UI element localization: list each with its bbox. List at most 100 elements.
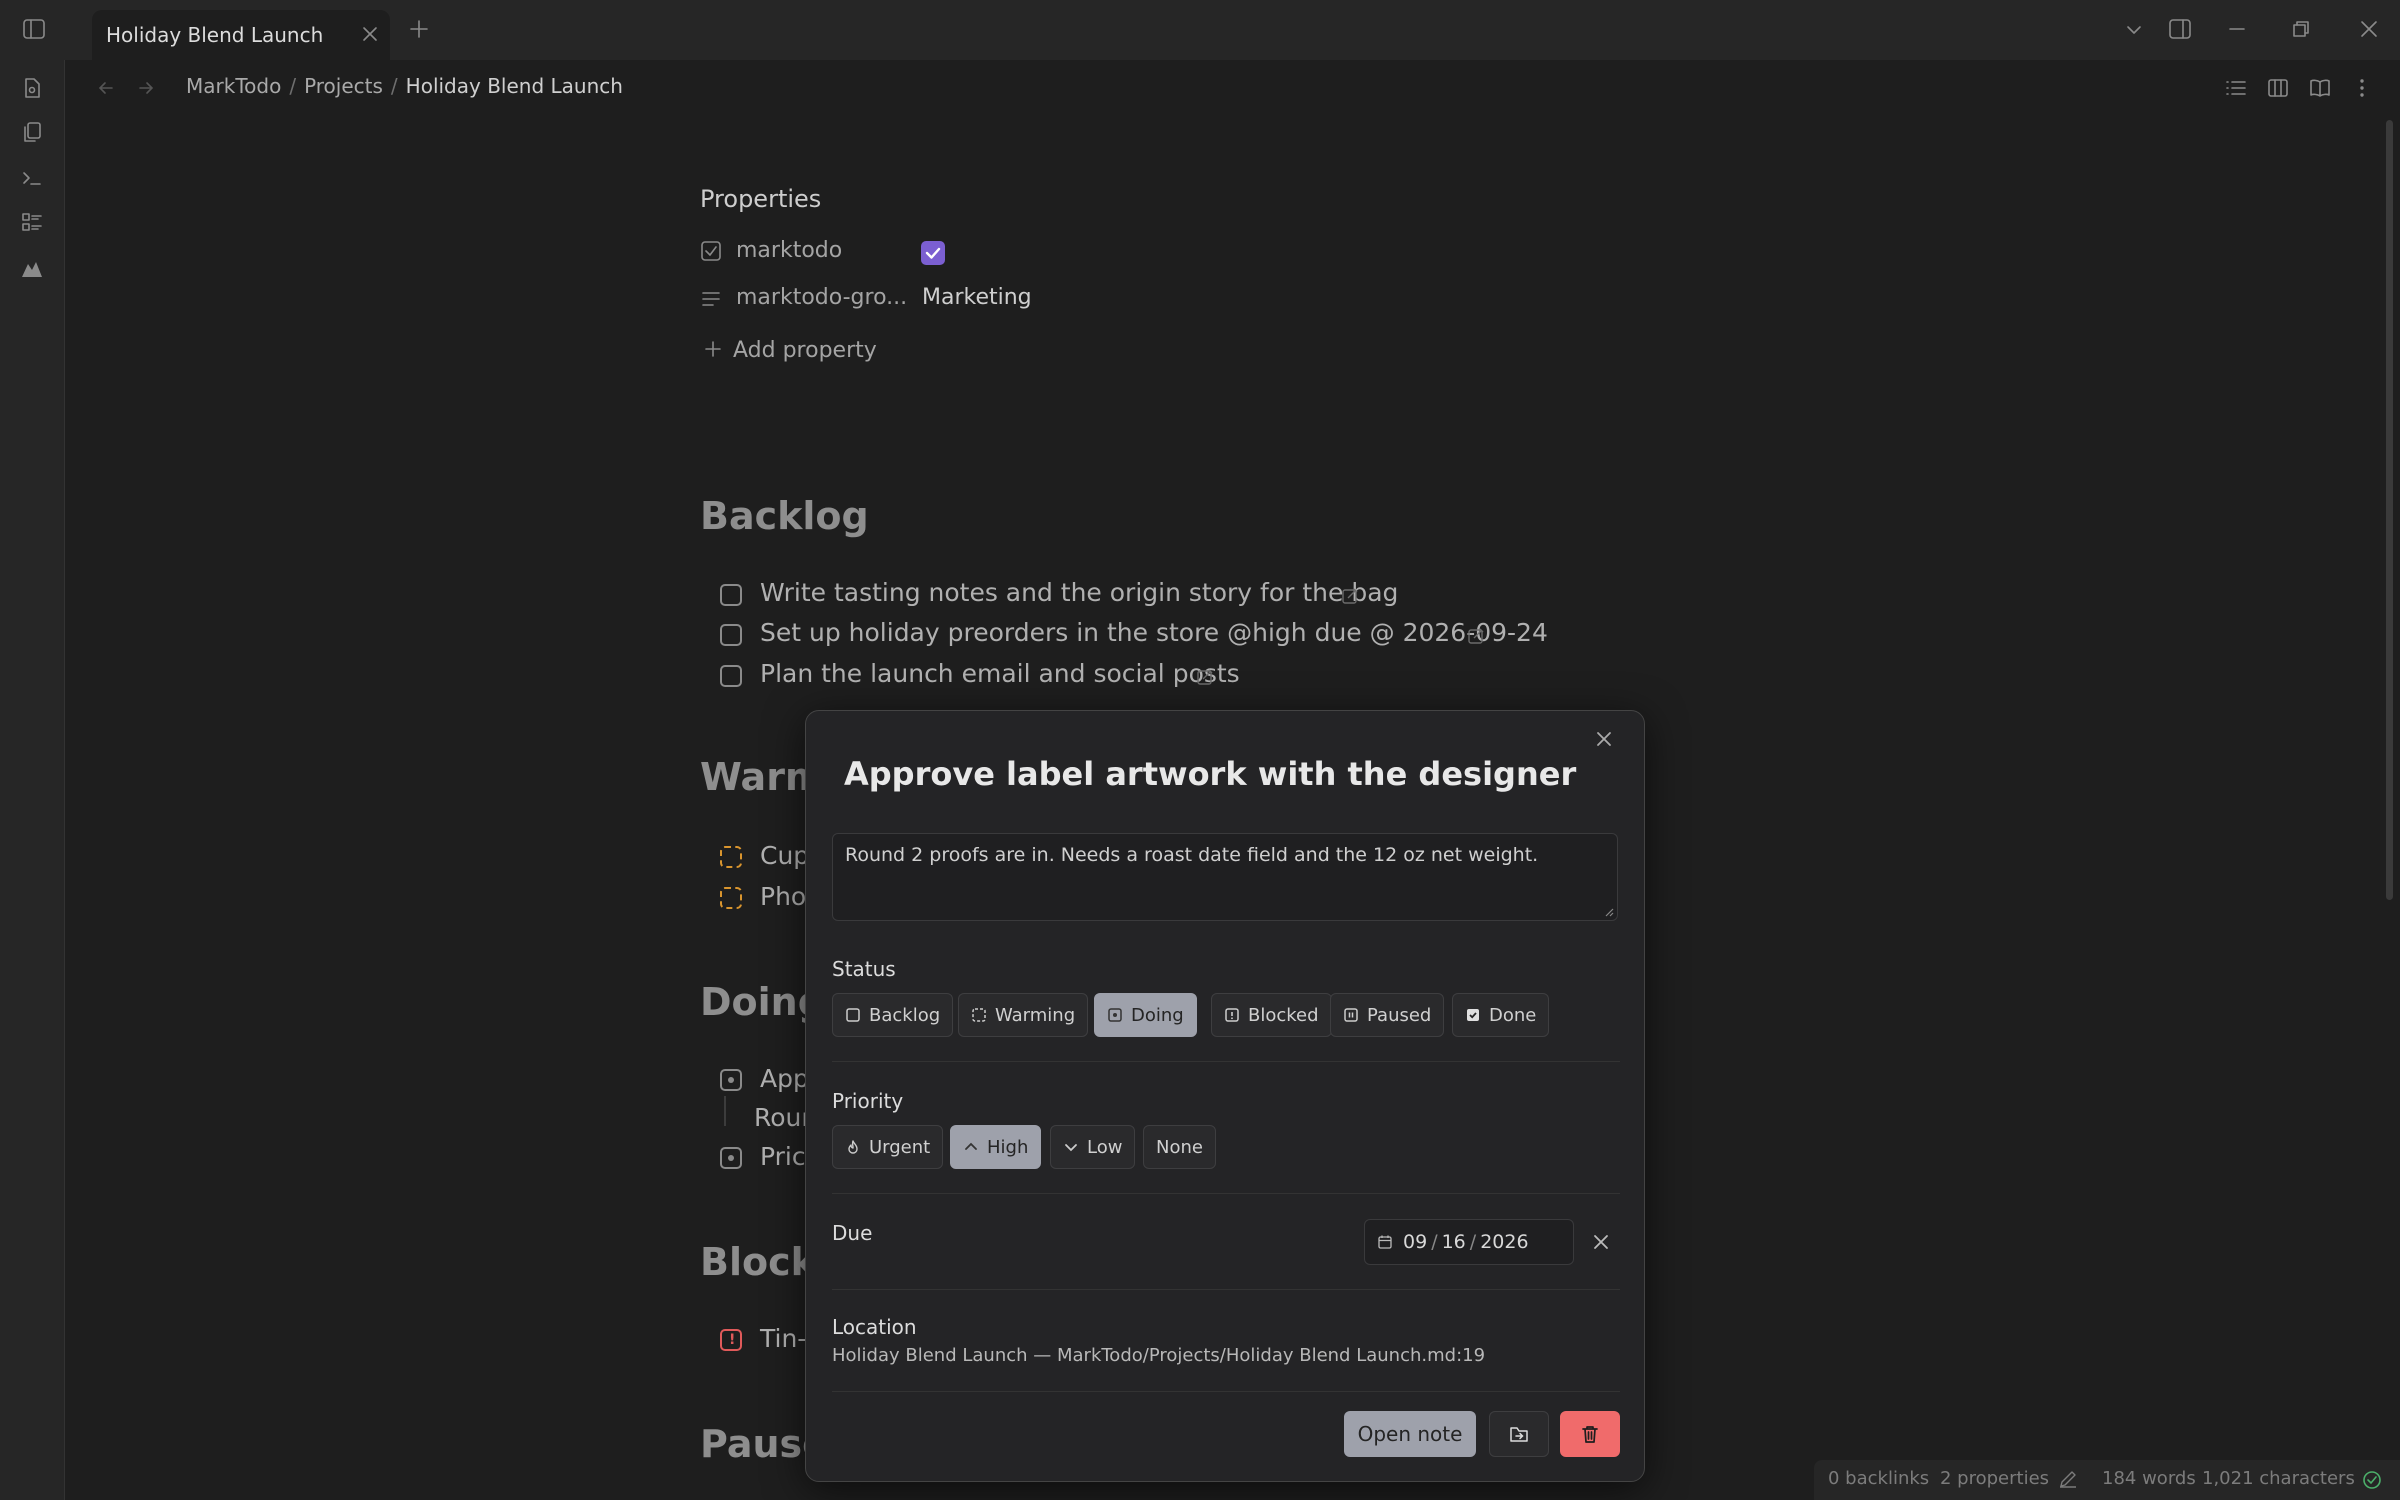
status-option-warming[interactable]: Warming <box>958 993 1089 1037</box>
back-arrow-icon[interactable] <box>96 78 116 98</box>
open-note-button[interactable]: Open note <box>1344 1411 1476 1457</box>
task-list-icon[interactable] <box>20 210 44 234</box>
status-option-label: Backlog <box>869 1004 941 1026</box>
status-option-label: Done <box>1489 1004 1537 1026</box>
date-separator: / <box>1431 1231 1438 1253</box>
location-value: Holiday Blend Launch — MarkTodo/Projects… <box>832 1345 1486 1366</box>
due-year[interactable]: 2026 <box>1480 1231 1528 1253</box>
divider <box>832 1193 1620 1194</box>
clear-due-icon[interactable] <box>1592 1233 1610 1251</box>
edit-task-icon[interactable] <box>1195 667 1215 687</box>
due-month[interactable]: 09 <box>1403 1231 1427 1253</box>
plus-icon[interactable] <box>704 340 722 358</box>
due-label: Due <box>832 1221 873 1245</box>
status-option-doing[interactable]: Doing <box>1094 993 1197 1037</box>
priority-option-label: None <box>1156 1136 1203 1158</box>
task-checkbox-doing[interactable] <box>720 1147 742 1169</box>
priority-option-none[interactable]: None <box>1143 1125 1216 1169</box>
heading-backlog: Backlog <box>700 494 869 538</box>
flame-icon <box>845 1139 861 1155</box>
checkbox-icon <box>700 240 722 262</box>
property-value-checkbox[interactable] <box>921 241 945 265</box>
copy-files-icon[interactable] <box>20 120 44 144</box>
status-option-label: Doing <box>1131 1004 1184 1026</box>
properties-count[interactable]: 2 properties <box>1940 1468 2049 1489</box>
reading-view-book-icon[interactable] <box>2308 76 2332 100</box>
task-checkbox[interactable] <box>720 584 742 606</box>
breadcrumb-separator: / <box>390 74 398 98</box>
task-checkbox-blocked[interactable]: ! <box>720 1329 742 1351</box>
edit-task-icon[interactable] <box>1340 586 1360 606</box>
breadcrumb: MarkTodo / Projects / Holiday Blend Laun… <box>186 74 623 98</box>
due-date-input[interactable]: 09 / 16 / 2026 <box>1364 1219 1574 1265</box>
date-separator: / <box>1469 1231 1477 1253</box>
priority-option-urgent[interactable]: Urgent <box>832 1125 944 1169</box>
divider <box>832 1289 1620 1290</box>
edit-task-icon[interactable] <box>1466 626 1486 646</box>
task-checkbox[interactable] <box>720 665 742 687</box>
description-textarea[interactable]: Round 2 proofs are in. Needs a roast dat… <box>832 833 1618 921</box>
status-option-label: Paused <box>1367 1004 1432 1026</box>
modal-close-icon[interactable] <box>1594 729 1614 749</box>
file-icon[interactable] <box>20 76 44 100</box>
sync-status-icon[interactable] <box>2362 1470 2382 1490</box>
title-bar: Holiday Blend Launch <box>0 0 2400 60</box>
tab-holiday-blend-launch[interactable]: Holiday Blend Launch <box>92 10 390 60</box>
status-label: Status <box>832 957 896 981</box>
scrollbar[interactable] <box>2386 120 2393 900</box>
breadcrumb-vault[interactable]: MarkTodo <box>186 74 281 98</box>
more-options-icon[interactable] <box>2350 76 2374 100</box>
status-option-blocked[interactable]: Blocked <box>1211 993 1332 1037</box>
task-checkbox-warming[interactable] <box>720 846 742 868</box>
move-to-file-icon <box>1508 1423 1530 1445</box>
task-text: App <box>760 1064 809 1093</box>
property-value-group[interactable]: Marketing <box>922 285 1032 310</box>
chart-area-icon[interactable] <box>20 256 44 280</box>
divider <box>832 1061 1620 1062</box>
due-day[interactable]: 16 <box>1442 1231 1466 1253</box>
pencil-icon[interactable] <box>2058 1469 2078 1489</box>
status-option-done[interactable]: Done <box>1452 993 1550 1037</box>
priority-option-low[interactable]: Low <box>1050 1125 1136 1169</box>
task-checkbox-warming[interactable] <box>720 887 742 909</box>
property-key-marktodo[interactable]: marktodo <box>736 238 842 263</box>
close-tab-icon[interactable] <box>360 24 380 44</box>
status-option-paused[interactable]: Paused <box>1330 993 1445 1037</box>
task-checkbox[interactable] <box>720 624 742 646</box>
status-option-backlog[interactable]: Backlog <box>832 993 954 1037</box>
character-count: 1,021 characters <box>2202 1468 2355 1489</box>
word-count: 184 words <box>2102 1468 2196 1489</box>
priority-option-label: High <box>987 1136 1029 1158</box>
move-task-button[interactable] <box>1489 1411 1549 1457</box>
chevron-down-icon <box>1063 1139 1079 1155</box>
priority-option-label: Urgent <box>869 1136 931 1158</box>
resize-handle-icon[interactable] <box>1604 907 1614 917</box>
priority-option-high[interactable]: High <box>950 1125 1042 1169</box>
property-key-group[interactable]: marktodo-gro... <box>736 285 907 310</box>
task-text: Plan the launch email and social posts <box>760 659 1240 688</box>
task-text: Pho <box>760 882 807 911</box>
task-checkbox-doing[interactable] <box>720 1069 742 1091</box>
task-edit-modal: Approve label artwork with the designer … <box>805 710 1645 1482</box>
new-tab-icon[interactable] <box>408 18 430 40</box>
terminal-icon[interactable] <box>20 166 44 190</box>
restore-icon[interactable] <box>2290 18 2312 40</box>
breadcrumb-note[interactable]: Holiday Blend Launch <box>406 74 623 98</box>
tab-list-chevron-icon[interactable] <box>2124 20 2144 40</box>
empty-box-icon <box>845 1007 861 1023</box>
delete-task-button[interactable] <box>1560 1411 1620 1457</box>
outline-list-icon[interactable] <box>2224 76 2248 100</box>
chevron-up-icon <box>963 1139 979 1155</box>
right-sidebar-toggle-icon[interactable] <box>2168 18 2192 40</box>
checked-box-icon <box>1465 1007 1481 1023</box>
dot-box-icon <box>1107 1007 1123 1023</box>
add-property-button[interactable]: Add property <box>733 338 877 363</box>
minimize-icon[interactable] <box>2226 18 2248 40</box>
forward-arrow-icon[interactable] <box>136 78 156 98</box>
backlinks-count[interactable]: 0 backlinks <box>1828 1468 1929 1489</box>
columns-icon[interactable] <box>2266 76 2290 100</box>
task-text: Set up holiday preorders in the store @h… <box>760 618 1548 647</box>
close-window-icon[interactable] <box>2358 18 2380 40</box>
sidebar-toggle-icon[interactable] <box>22 18 46 40</box>
breadcrumb-folder[interactable]: Projects <box>304 74 383 98</box>
